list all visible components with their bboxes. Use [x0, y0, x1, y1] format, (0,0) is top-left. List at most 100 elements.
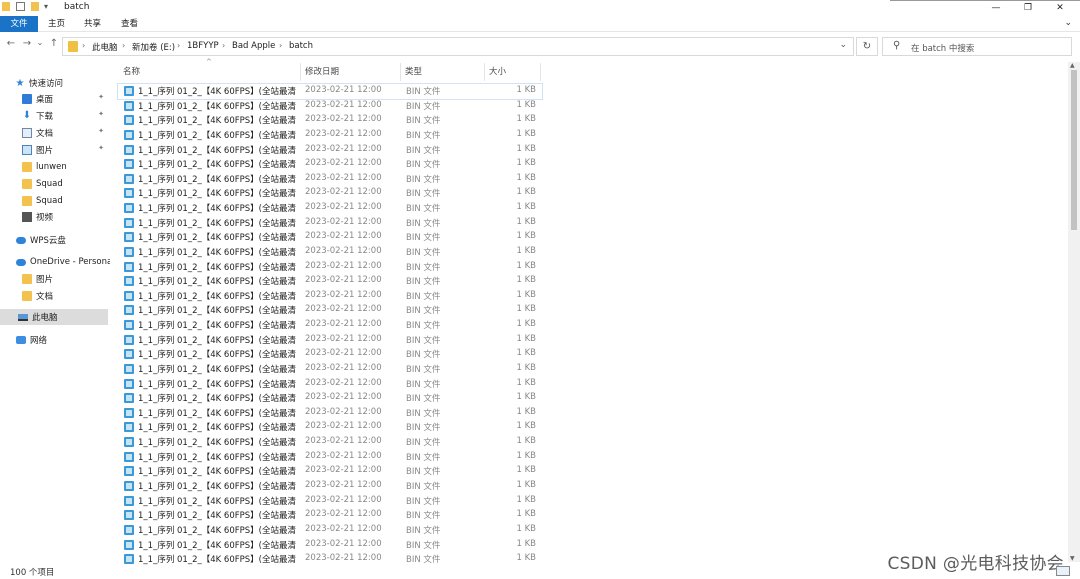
- breadcrumb-separator[interactable]: ›: [279, 41, 282, 50]
- details-view-icon[interactable]: [1056, 566, 1070, 576]
- column-divider[interactable]: [540, 63, 541, 81]
- sidebar-item-quick-access[interactable]: ★ 快速访问: [14, 75, 124, 91]
- file-row[interactable]: 1_1_序列 01_2_【4K 60FPS】(全站最清... 2023-02-21…: [118, 420, 542, 435]
- file-row[interactable]: 1_1_序列 01_2_【4K 60FPS】(全站最清... 2023-02-21…: [118, 216, 542, 231]
- file-modified-date: 2023-02-21 12:00: [305, 377, 382, 388]
- sidebar-item-squad-2[interactable]: Squad: [22, 193, 110, 209]
- file-row[interactable]: 1_1_序列 01_2_【4K 60FPS】(全站最清... 2023-02-21…: [118, 552, 542, 567]
- file-row[interactable]: 1_1_序列 01_2_【4K 60FPS】(全站最清... 2023-02-21…: [118, 479, 542, 494]
- file-row[interactable]: 1_1_序列 01_2_【4K 60FPS】(全站最清... 2023-02-21…: [118, 523, 542, 538]
- search-input[interactable]: 在 batch 中搜索: [911, 42, 974, 54]
- scroll-down-icon[interactable]: ▼: [1070, 555, 1075, 562]
- breadcrumb-drive-e[interactable]: 新加卷 (E:): [132, 41, 175, 53]
- sidebar-item-squad[interactable]: Squad: [22, 176, 110, 192]
- forward-button[interactable]: →: [20, 38, 34, 49]
- properties-icon[interactable]: [16, 2, 25, 11]
- file-row[interactable]: 1_1_序列 01_2_【4K 60FPS】(全站最清... 2023-02-21…: [118, 113, 542, 128]
- bin-file-icon: [124, 129, 134, 140]
- new-folder-icon[interactable]: [31, 2, 39, 11]
- file-row[interactable]: 1_1_序列 01_2_【4K 60FPS】(全站最清... 2023-02-21…: [118, 99, 542, 114]
- file-row[interactable]: 1_1_序列 01_2_【4K 60FPS】(全站最清... 2023-02-21…: [118, 245, 542, 260]
- back-button[interactable]: ←: [4, 38, 18, 49]
- file-row[interactable]: 1_1_序列 01_2_【4K 60FPS】(全站最清... 2023-02-21…: [118, 508, 542, 523]
- breadcrumb-separator[interactable]: ›: [82, 41, 85, 50]
- file-row[interactable]: 1_1_序列 01_2_【4K 60FPS】(全站最清... 2023-02-21…: [118, 377, 542, 392]
- file-row[interactable]: 1_1_序列 01_2_【4K 60FPS】(全站最清... 2023-02-21…: [118, 230, 542, 245]
- address-dropdown-icon[interactable]: ⌄: [839, 40, 847, 50]
- customize-toolbar-icon[interactable]: ▾: [44, 2, 48, 11]
- file-row[interactable]: 1_1_序列 01_2_【4K 60FPS】(全站最清... 2023-02-21…: [118, 289, 542, 304]
- file-row[interactable]: 1_1_序列 01_2_【4K 60FPS】(全站最清... 2023-02-21…: [118, 260, 542, 275]
- file-row[interactable]: 1_1_序列 01_2_【4K 60FPS】(全站最清... 2023-02-21…: [118, 274, 542, 289]
- column-header-date[interactable]: 修改日期: [305, 64, 339, 80]
- file-row[interactable]: 1_1_序列 01_2_【4K 60FPS】(全站最清... 2023-02-21…: [118, 347, 542, 362]
- sidebar-item-pictures[interactable]: 图片 ✦: [22, 142, 110, 158]
- file-row[interactable]: 1_1_序列 01_2_【4K 60FPS】(全站最清... 2023-02-21…: [118, 450, 542, 465]
- file-size: 1 KB: [516, 304, 536, 315]
- vertical-scrollbar[interactable]: ▲ ▼: [1068, 62, 1080, 562]
- sidebar-item-onedrive-pictures[interactable]: 图片: [22, 271, 110, 287]
- file-row[interactable]: 1_1_序列 01_2_【4K 60FPS】(全站最清... 2023-02-21…: [118, 157, 542, 172]
- file-row[interactable]: 1_1_序列 01_2_【4K 60FPS】(全站最清... 2023-02-21…: [118, 435, 542, 450]
- file-row[interactable]: 1_1_序列 01_2_【4K 60FPS】(全站最清... 2023-02-21…: [118, 143, 542, 158]
- bin-file-icon: [124, 203, 134, 214]
- breadcrumb-separator[interactable]: ›: [177, 41, 180, 50]
- file-row[interactable]: 1_1_序列 01_2_【4K 60FPS】(全站最清... 2023-02-21…: [118, 362, 542, 377]
- sidebar-item-onedrive-documents[interactable]: 文档: [22, 288, 110, 304]
- column-divider[interactable]: [400, 63, 401, 81]
- download-icon: ⬇: [22, 110, 32, 121]
- scrollbar-thumb[interactable]: [1071, 70, 1077, 230]
- file-row[interactable]: 1_1_序列 01_2_【4K 60FPS】(全站最清... 2023-02-21…: [118, 303, 542, 318]
- sidebar-item-label: 文档: [36, 292, 54, 302]
- minimize-button[interactable]: —: [982, 0, 1010, 16]
- breadcrumb-bad-apple[interactable]: Bad Apple: [232, 41, 275, 51]
- file-row[interactable]: 1_1_序列 01_2_【4K 60FPS】(全站最清... 2023-02-21…: [118, 186, 542, 201]
- sidebar-item-downloads[interactable]: ⬇ 下载 ✦: [22, 108, 110, 124]
- file-row[interactable]: 1_1_序列 01_2_【4K 60FPS】(全站最清... 2023-02-21…: [118, 391, 542, 406]
- column-divider[interactable]: [300, 63, 301, 81]
- folder-icon[interactable]: [2, 2, 10, 11]
- tab-share[interactable]: 共享: [74, 16, 111, 32]
- file-size: 1 KB: [516, 85, 536, 95]
- file-row[interactable]: 1_1_序列 01_2_【4K 60FPS】(全站最清... 2023-02-21…: [118, 406, 542, 421]
- recent-locations-button[interactable]: ⌄: [33, 38, 47, 47]
- file-row[interactable]: 1_1_序列 01_2_【4K 60FPS】(全站最清... 2023-02-21…: [118, 172, 542, 187]
- expand-ribbon-icon[interactable]: ⌄: [1064, 18, 1072, 28]
- address-bar[interactable]: › 此电脑 › 新加卷 (E:) › 1BFYYP › Bad Apple › …: [62, 37, 854, 56]
- sidebar-item-videos[interactable]: 视频: [22, 209, 110, 225]
- sidebar-item-onedrive[interactable]: OneDrive - Persona: [16, 254, 110, 270]
- file-row[interactable]: 1_1_序列 01_2_【4K 60FPS】(全站最清... 2023-02-21…: [118, 464, 542, 479]
- breadcrumb-this-pc[interactable]: 此电脑: [92, 41, 118, 53]
- tab-file[interactable]: 文件: [0, 16, 38, 32]
- close-button[interactable]: ✕: [1046, 0, 1074, 16]
- tab-view[interactable]: 查看: [111, 16, 148, 32]
- sidebar-item-this-pc[interactable]: 此电脑: [0, 309, 108, 325]
- sidebar-item-lunwen[interactable]: lunwen: [22, 159, 110, 175]
- file-row[interactable]: 1_1_序列 01_2_【4K 60FPS】(全站最清... 2023-02-21…: [118, 128, 542, 143]
- column-divider[interactable]: [484, 63, 485, 81]
- tab-home[interactable]: 主页: [38, 16, 75, 32]
- file-row[interactable]: 1_1_序列 01_2_【4K 60FPS】(全站最清... 2023-02-21…: [118, 333, 542, 348]
- file-type: BIN 文件: [406, 364, 441, 375]
- column-header-name[interactable]: 名称: [123, 64, 140, 80]
- breadcrumb-separator[interactable]: ›: [122, 41, 125, 50]
- column-header-type[interactable]: 类型: [405, 64, 422, 80]
- sidebar-item-documents[interactable]: 文档 ✦: [22, 125, 110, 141]
- sidebar-item-network[interactable]: 网络: [16, 332, 110, 348]
- file-row[interactable]: 1_1_序列 01_2_【4K 60FPS】(全站最清... 2023-02-21…: [118, 538, 542, 553]
- scroll-up-icon[interactable]: ▲: [1070, 62, 1075, 69]
- file-row[interactable]: 1_1_序列 01_2_【4K 60FPS】(全站最清... 2023-02-21…: [118, 494, 542, 509]
- file-row[interactable]: 1_1_序列 01_2_【4K 60FPS】(全站最清... 2023-02-21…: [117, 83, 543, 100]
- file-row[interactable]: 1_1_序列 01_2_【4K 60FPS】(全站最清... 2023-02-21…: [118, 201, 542, 216]
- file-row[interactable]: 1_1_序列 01_2_【4K 60FPS】(全站最清... 2023-02-21…: [118, 318, 542, 333]
- up-button[interactable]: ↑: [47, 38, 61, 49]
- maximize-button[interactable]: ❐: [1014, 0, 1042, 16]
- breadcrumb-separator[interactable]: ›: [222, 41, 225, 50]
- refresh-button[interactable]: ↻: [856, 37, 878, 56]
- breadcrumb-1bfyyp[interactable]: 1BFYYP: [187, 41, 219, 51]
- sidebar-item-wps-cloud[interactable]: WPS云盘: [16, 232, 110, 248]
- search-box[interactable]: ⚲ 在 batch 中搜索: [882, 37, 1072, 56]
- column-header-size[interactable]: 大小: [489, 64, 506, 80]
- breadcrumb-batch[interactable]: batch: [289, 41, 313, 51]
- sidebar-item-desktop[interactable]: 桌面 ✦: [22, 91, 110, 107]
